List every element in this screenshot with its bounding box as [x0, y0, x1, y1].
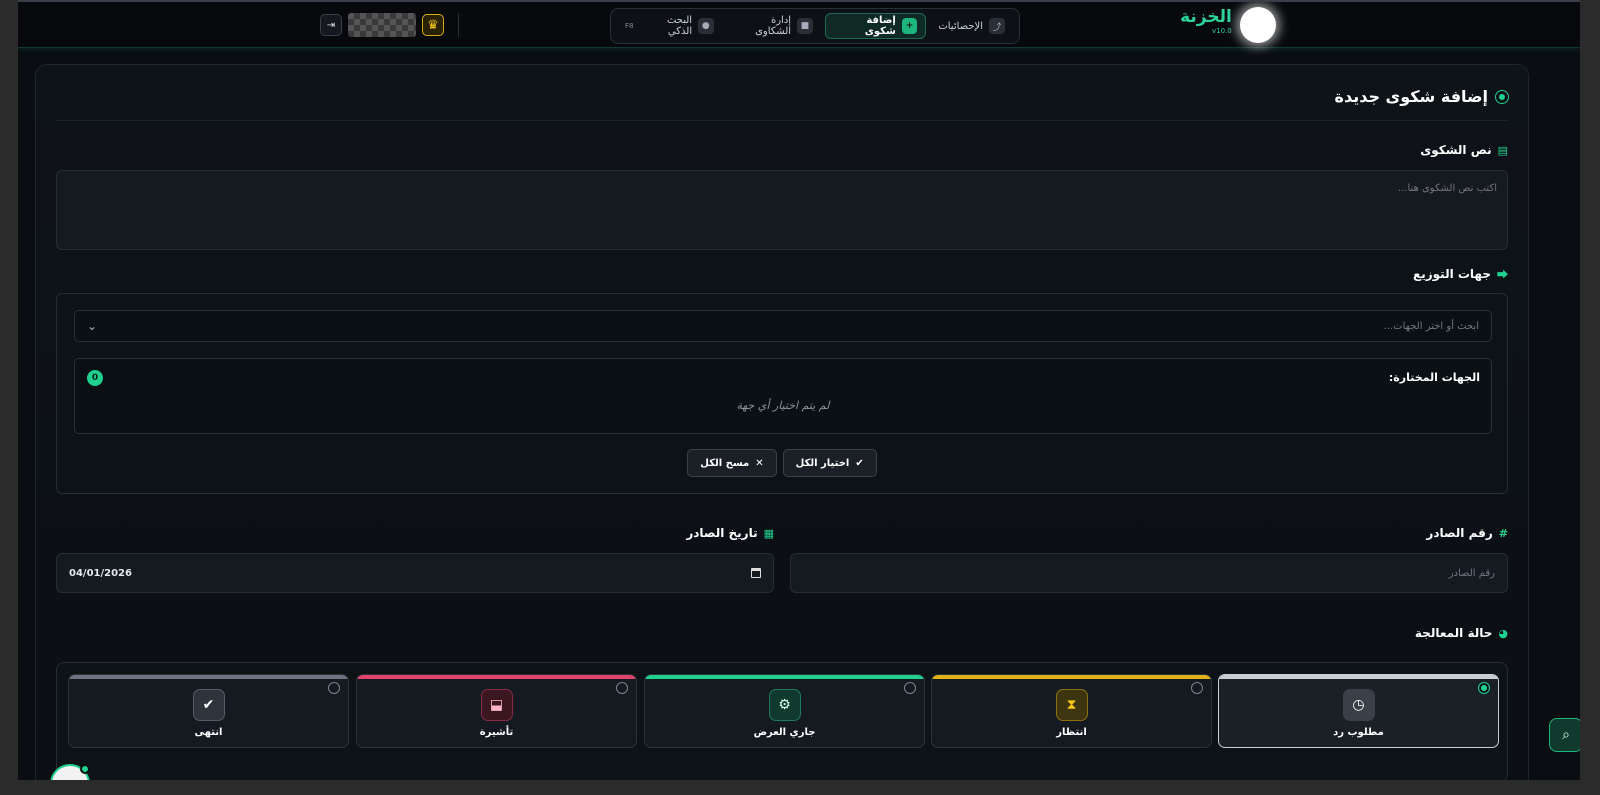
status-color-bar — [932, 675, 1211, 679]
brand-title: الخزنة — [1180, 7, 1232, 27]
complaint-text-label: ▤ نص الشكوى — [1420, 143, 1508, 157]
tab-add-complaint[interactable]: + إضافة شكوى — [824, 13, 927, 39]
status-radio[interactable] — [1191, 682, 1203, 694]
select-all-label: اختيار الكل — [795, 457, 850, 469]
app-window: الخزنة v10.0 ⤴ الإحصائيات + إضافة شكوى ■… — [18, 0, 1580, 780]
selected-entities-label: الجهات المختارة: — [1388, 371, 1480, 384]
chart-icon: ⤴ — [989, 18, 1005, 34]
status-label: انتظار — [1056, 727, 1087, 738]
distribution-select-placeholder: ابحث أو اختر الجهات... — [1383, 320, 1479, 332]
status-option-under-review[interactable]: ⚙ جاري العرض — [644, 674, 925, 748]
distribution-actions: ✔ اختيار الكل ✕ مسح الكل — [57, 449, 1507, 477]
header-divider — [458, 13, 459, 37]
title-divider — [56, 120, 1508, 121]
status-option-done[interactable]: ✔ انتهى — [68, 674, 349, 748]
brand: الخزنة v10.0 — [1176, 7, 1236, 35]
complaint-text-input[interactable] — [56, 170, 1508, 250]
premium-button[interactable]: ♛ — [422, 14, 444, 36]
window-bottom-strip — [0, 780, 1600, 795]
top-header: الخزنة v10.0 ⤴ الإحصائيات + إضافة شكوى ■… — [18, 2, 1580, 48]
status-radio[interactable] — [904, 682, 916, 694]
outgoing-number-input[interactable]: رقم الصادر — [790, 553, 1508, 593]
distribution-label-text: جهات التوزيع — [1413, 267, 1491, 281]
status-color-bar — [645, 675, 924, 679]
selected-count-badge: 0 — [87, 370, 103, 386]
trash-icon: ■ — [797, 18, 813, 34]
logout-icon: ⇥ — [326, 19, 336, 31]
empty-selection-message: لم يتم اختيار أي جهة — [736, 399, 830, 412]
complaint-text-label-text: نص الشكوى — [1420, 143, 1492, 157]
outgoing-date-value: 04/01/2026 — [69, 567, 132, 579]
tab-add-complaint-label: إضافة شكوى — [864, 15, 896, 37]
status-color-bar — [1219, 675, 1498, 679]
file-icon: ▤ — [1497, 143, 1508, 157]
floating-search-button[interactable]: ⌕ — [1549, 718, 1580, 752]
tab-manage-complaints[interactable]: ■ إدارة الشكاوى — [726, 13, 821, 39]
outgoing-date-label: ▦ تاريخ الصادر — [686, 526, 774, 540]
brand-version: v10.0 — [1212, 27, 1232, 35]
logout-button[interactable]: ⇥ — [320, 14, 342, 36]
distribution-label: ⮕ جهات التوزيع — [1413, 266, 1508, 282]
outgoing-date-input[interactable]: 04/01/2026 — [56, 553, 774, 593]
tab-smart-search[interactable]: ● البحث الذكي F8 — [617, 13, 722, 39]
gears-icon: ⚙ — [768, 689, 801, 721]
select-all-button[interactable]: ✔ اختيار الكل — [782, 449, 877, 477]
status-radio[interactable] — [328, 682, 340, 694]
plus-circle-icon — [1496, 90, 1508, 103]
page-title-text: إضافة شكوى جديدة — [1334, 87, 1488, 106]
distribution-select[interactable]: ابحث أو اختر الجهات... ⌄ — [74, 310, 1492, 342]
status-color-bar — [357, 675, 636, 679]
status-option-visa[interactable]: ⬓ تأشيرة — [356, 674, 637, 748]
plus-circle-icon: + — [901, 18, 918, 34]
palette-icon: ◕ — [1498, 626, 1508, 640]
hash-icon: # — [1498, 526, 1508, 540]
double-check-icon: ✔ — [855, 457, 864, 469]
robot-icon: ● — [698, 18, 714, 34]
status-label: تأشيرة — [479, 727, 514, 738]
crown-icon: ♛ — [427, 17, 439, 33]
tab-statistics-label: الإحصائيات — [938, 20, 983, 32]
status-radio[interactable] — [1478, 682, 1490, 694]
chevron-down-icon: ⌄ — [87, 319, 98, 333]
tab-statistics[interactable]: ⤴ الإحصائيات — [930, 13, 1013, 39]
processing-status-label: ◕ حالة المعالجة — [1415, 626, 1508, 640]
status-radio[interactable] — [616, 682, 628, 694]
tab-smart-search-label: البحث الذكي — [666, 15, 693, 37]
page-title: إضافة شكوى جديدة — [1335, 87, 1508, 106]
status-label: انتهى — [194, 727, 223, 738]
status-color-bar — [69, 675, 348, 679]
share-icon: ⮕ — [1497, 268, 1508, 281]
hourglass-icon: ⧗ — [1055, 689, 1088, 721]
status-label: جاري العرض — [753, 727, 816, 738]
online-status-dot — [80, 764, 90, 774]
user-name-redacted — [348, 13, 416, 37]
calendar-picker-icon[interactable] — [751, 568, 761, 578]
search-icon: ⌕ — [1562, 727, 1570, 743]
add-complaint-card: إضافة شكوى جديدة ▤ نص الشكوى ⮕ جهات التو… — [35, 64, 1529, 780]
status-options: ◷ مطلوب رد ⧗ انتظار ⚙ جاري العرض ⬓ تأشير… — [56, 662, 1508, 780]
brand-logo — [1240, 7, 1276, 43]
stamp-icon: ⬓ — [480, 689, 513, 721]
clear-all-button[interactable]: ✕ مسح الكل — [687, 449, 777, 477]
shortcut-badge: F8 — [625, 22, 634, 30]
selected-entities-box: الجهات المختارة: 0 لم يتم اختيار أي جهة — [74, 358, 1492, 434]
clear-all-label: مسح الكل — [700, 457, 750, 469]
distribution-box: ابحث أو اختر الجهات... ⌄ الجهات المختارة… — [56, 293, 1508, 494]
check-circle-icon: ✔ — [192, 689, 225, 721]
outgoing-number-placeholder: رقم الصادر — [1448, 567, 1495, 579]
outgoing-number-label-text: رقم الصادر — [1426, 526, 1493, 540]
status-option-waiting[interactable]: ⧗ انتظار — [931, 674, 1212, 748]
main-nav: ⤴ الإحصائيات + إضافة شكوى ■ إدارة الشكاو… — [610, 8, 1020, 44]
tab-manage-complaints-label: إدارة الشكاوى — [755, 15, 792, 37]
header-user-area: ⇥ ♛ — [320, 13, 459, 37]
processing-status-label-text: حالة المعالجة — [1414, 626, 1493, 640]
clock-icon: ◷ — [1342, 689, 1375, 721]
outgoing-date-label-text: تاريخ الصادر — [686, 526, 758, 540]
calendar-icon: ▦ — [763, 526, 774, 540]
close-icon: ✕ — [755, 457, 764, 469]
outgoing-number-label: # رقم الصادر — [1426, 526, 1508, 540]
status-option-reply-required[interactable]: ◷ مطلوب رد — [1218, 674, 1499, 748]
status-label: مطلوب رد — [1333, 727, 1384, 738]
